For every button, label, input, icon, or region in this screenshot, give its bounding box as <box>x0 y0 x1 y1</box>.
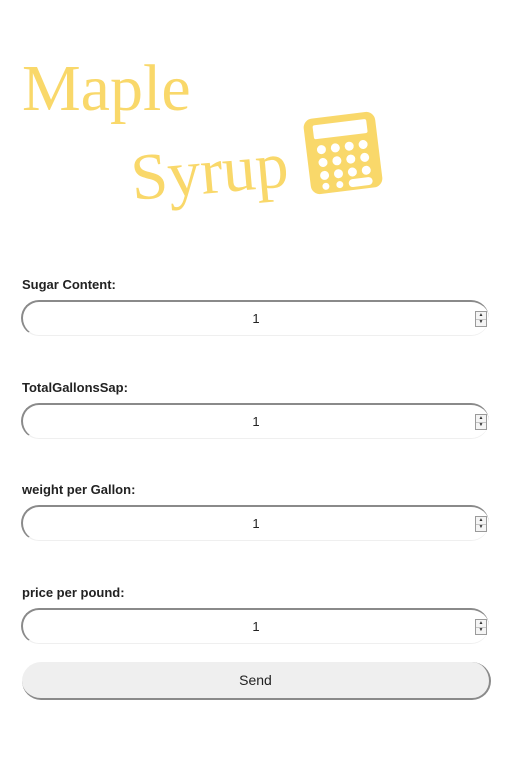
stepper-down-icon[interactable]: ▼ <box>476 421 486 430</box>
price-per-pound-value: 1 <box>252 619 260 634</box>
total-gallons-sap-stepper[interactable]: ▲ ▼ <box>475 414 487 430</box>
weight-per-gallon-value: 1 <box>252 516 260 531</box>
total-gallons-sap-value: 1 <box>252 414 260 429</box>
total-gallons-sap-input[interactable]: 1 ▲ ▼ <box>21 403 489 439</box>
price-per-pound-input[interactable]: 1 ▲ ▼ <box>21 608 489 644</box>
sugar-content-label: Sugar Content: <box>22 277 116 292</box>
stepper-down-icon[interactable]: ▼ <box>476 318 486 327</box>
price-per-pound-label: price per pound: <box>22 585 125 600</box>
title-maple: Maple <box>22 52 191 125</box>
total-gallons-sap-label: TotalGallonsSap: <box>22 380 128 395</box>
stepper-down-icon[interactable]: ▼ <box>476 523 486 532</box>
send-button[interactable]: Send <box>22 662 491 700</box>
sugar-content-input[interactable]: 1 ▲ ▼ <box>21 300 489 336</box>
price-per-pound-stepper[interactable]: ▲ ▼ <box>475 619 487 635</box>
stepper-down-icon[interactable]: ▼ <box>476 626 486 635</box>
weight-per-gallon-input[interactable]: 1 ▲ ▼ <box>21 505 489 541</box>
calculator-icon <box>303 111 383 195</box>
sugar-content-value: 1 <box>252 311 260 326</box>
weight-per-gallon-stepper[interactable]: ▲ ▼ <box>475 516 487 532</box>
title-syrup: Syrup <box>127 128 292 215</box>
sugar-content-stepper[interactable]: ▲ ▼ <box>475 311 487 327</box>
weight-per-gallon-label: weight per Gallon: <box>22 482 136 497</box>
